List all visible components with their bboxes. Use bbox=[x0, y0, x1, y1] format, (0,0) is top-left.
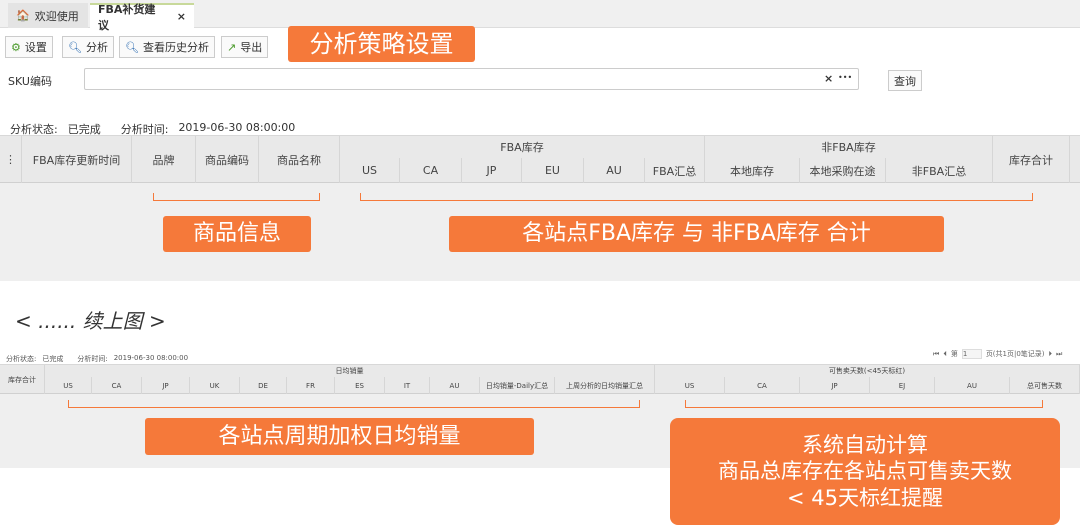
sku-input[interactable] bbox=[84, 68, 859, 90]
column-group-header[interactable]: 可售卖天数(<45天标红) bbox=[655, 365, 1080, 377]
next-page-icon[interactable]: ⏵ bbox=[1049, 350, 1053, 359]
column-header[interactable]: JP bbox=[462, 158, 522, 183]
prev-page-icon[interactable]: ⏴ bbox=[943, 350, 947, 359]
tab-welcome[interactable]: 🏠 欢迎使用 bbox=[8, 3, 88, 28]
history-button[interactable]: 🔍︎ 查看历史分析 bbox=[119, 36, 215, 58]
column-group-header[interactable]: FBA库存 bbox=[340, 136, 705, 158]
column-header[interactable]: AU bbox=[584, 158, 645, 183]
column-header[interactable]: EU bbox=[522, 158, 584, 183]
column-header[interactable]: 库存合计 bbox=[993, 136, 1070, 183]
export-icon: ↗ bbox=[227, 40, 237, 54]
column-group-header[interactable]: 非FBA库存 bbox=[705, 136, 993, 158]
column-header[interactable]: IT bbox=[385, 377, 430, 394]
pager: ⏮ ⏴ 第 1 页(共1页|0笔记录) ⏵ ⏭ bbox=[933, 349, 1063, 359]
page-input[interactable]: 1 bbox=[961, 349, 982, 359]
more-icon[interactable]: ••• bbox=[838, 73, 852, 82]
clear-icon[interactable]: × bbox=[824, 72, 833, 85]
auto-calc-callout: 系统自动计算 商品总库存在各站点可售卖天数 < 45天标红提醒 bbox=[670, 418, 1060, 525]
stock-total-callout: 各站点FBA库存 与 非FBA库存 合计 bbox=[449, 216, 944, 252]
bracket bbox=[360, 193, 1033, 201]
query-button[interactable]: 查询 bbox=[888, 70, 922, 91]
column-header[interactable]: 本地采购在途 bbox=[800, 158, 886, 183]
column-group-header[interactable]: 日均销量 bbox=[45, 365, 655, 377]
column-header[interactable]: US bbox=[340, 158, 400, 183]
column-header[interactable]: DE bbox=[240, 377, 287, 394]
column-header[interactable]: 日均销量-Daily汇总 bbox=[480, 377, 555, 394]
column-header[interactable]: 商品名称 bbox=[259, 136, 340, 183]
column-header[interactable]: JP bbox=[800, 377, 870, 394]
strategy-callout: 分析策略设置 bbox=[288, 26, 475, 62]
bracket bbox=[685, 400, 1043, 408]
continued-label: < ...... 续上图 > bbox=[15, 309, 166, 333]
column-header[interactable]: EJ bbox=[870, 377, 935, 394]
column-header[interactable]: CA bbox=[92, 377, 142, 394]
home-icon: 🏠 bbox=[16, 9, 30, 22]
column-header[interactable]: 总可售天数 bbox=[1010, 377, 1080, 394]
column-header[interactable]: 非FBA汇总 bbox=[886, 158, 993, 183]
column-header[interactable]: FBA汇总 bbox=[645, 158, 705, 183]
analyze-button[interactable]: 🔍︎ 分析 bbox=[62, 36, 114, 58]
column-header[interactable]: JP bbox=[142, 377, 190, 394]
bracket bbox=[153, 193, 320, 201]
column-header[interactable]: 上周分析的日均销量汇总 bbox=[555, 377, 655, 394]
bracket bbox=[68, 400, 640, 408]
last-page-icon[interactable]: ⏭ bbox=[1056, 350, 1062, 359]
column-header[interactable]: 库存合计 bbox=[0, 365, 45, 394]
daily-sales-callout: 各站点周期加权日均销量 bbox=[145, 418, 534, 455]
column-header[interactable]: 商品编码 bbox=[196, 136, 259, 183]
sku-label: SKU编码 bbox=[8, 75, 52, 88]
column-header[interactable]: FR bbox=[287, 377, 335, 394]
gear-icon: ⚙ bbox=[11, 40, 21, 54]
close-icon[interactable]: × bbox=[177, 10, 186, 23]
search-icon: 🔍︎ bbox=[68, 40, 82, 54]
column-header[interactable]: 本地库存 bbox=[705, 158, 800, 183]
sales-table-header: 库存合计 日均销量 US CA JP UK DE FR ES IT AU 日均销量-Daily汇总 上周… bbox=[0, 364, 1080, 394]
column-header[interactable]: US bbox=[45, 377, 92, 394]
column-header[interactable]: ES bbox=[335, 377, 385, 394]
settings-button[interactable]: ⚙ 设置 bbox=[5, 36, 53, 58]
inventory-table-header: ⋮ FBA库存更新时间 品牌 商品编码 商品名称 FBA库存 US CA JP EU AU FBA汇总… bbox=[0, 135, 1080, 183]
column-menu-icon[interactable]: ⋮ bbox=[0, 136, 22, 183]
first-page-icon[interactable]: ⏮ bbox=[933, 350, 939, 359]
search-icon: 🔍︎ bbox=[125, 40, 139, 54]
status-bar-2: 分析状态: 已完成 分析时间: 2019-06-30 08:00:00 bbox=[6, 354, 189, 363]
column-header[interactable]: CA bbox=[725, 377, 800, 394]
product-info-callout: 商品信息 bbox=[163, 216, 311, 252]
column-header[interactable]: AU bbox=[935, 377, 1010, 394]
column-header[interactable]: 品牌 bbox=[132, 136, 196, 183]
column-header[interactable]: AU bbox=[430, 377, 480, 394]
column-header[interactable]: CA bbox=[400, 158, 462, 183]
column-header[interactable]: UK bbox=[190, 377, 240, 394]
column-header[interactable]: FBA库存更新时间 bbox=[22, 136, 132, 183]
column-header[interactable]: US bbox=[655, 377, 725, 394]
export-button[interactable]: ↗ 导出 bbox=[221, 36, 269, 58]
tab-fba-replenishment[interactable]: FBA补货建议 × bbox=[90, 3, 194, 32]
